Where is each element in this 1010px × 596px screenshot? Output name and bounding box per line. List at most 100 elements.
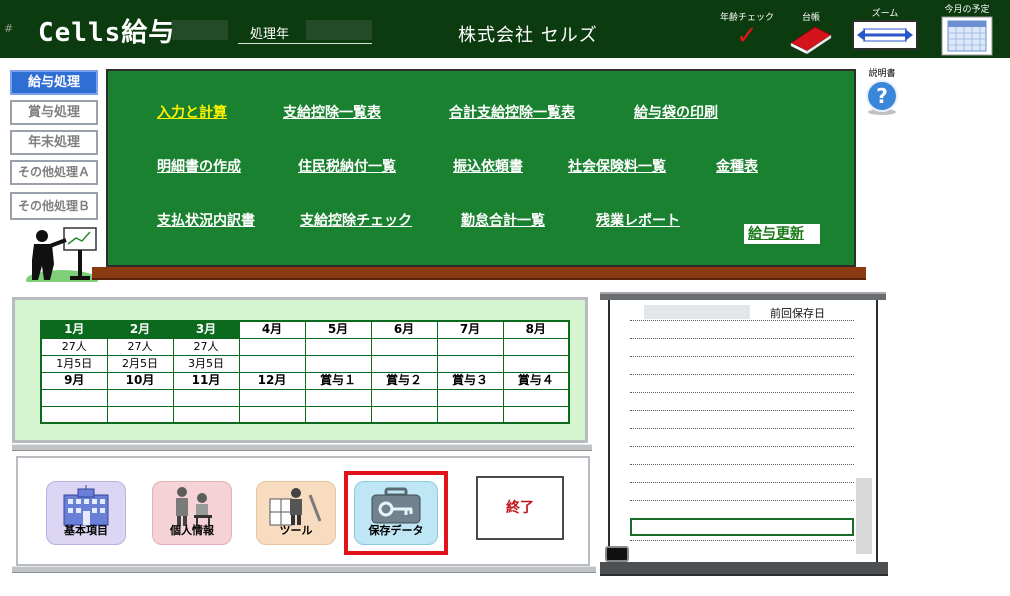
chalkboard-ledge [92,267,866,280]
bonus-cell[interactable]: 賞与４ [502,371,570,390]
monthly-schedule-label: 今月の予定 [944,5,990,15]
history-panel-top-bar [600,292,886,300]
employee-count-cell [370,337,438,356]
month-cell[interactable]: 1月 [40,320,108,339]
month-cell[interactable]: 2月 [106,320,174,339]
monthly-schedule-button[interactable]: 今月の予定 [936,2,998,60]
month-cell[interactable]: 12月 [238,371,306,390]
menu-transfer-request[interactable]: 振込依頼書 [453,156,523,176]
presenter-figure-icon [26,227,98,282]
people-icon [176,487,212,526]
ledger-label: 台帳 [801,13,820,23]
menu-payment-deduction-check[interactable]: 支給控除チェック [300,210,412,230]
month-cell[interactable]: 7月 [436,320,504,339]
month-cell[interactable]: 3月 [172,320,240,339]
empty-cell [106,405,174,424]
empty-cell [436,405,504,424]
manual-label: 説明書 [868,69,896,79]
history-row-line [630,374,854,375]
menu-payment-status-breakdown[interactable]: 支払状況内訳書 [157,210,255,230]
menu-create-payslip[interactable]: 明細書の作成 [157,156,241,176]
month-header-row-top: 1月 2月 3月 4月 5月 6月 7月 8月 [40,320,570,339]
empty-cell [238,388,306,407]
history-row-line [630,500,854,501]
menu-payment-deduction-list[interactable]: 支給控除一覧表 [283,102,381,122]
employee-count-cell [502,337,570,356]
history-row-line [630,540,854,541]
exit-button[interactable]: 終了 [476,476,564,540]
month-cell[interactable]: 4月 [238,320,306,339]
pay-date-row: 1月5日 2月5日 3月5日 [40,354,570,373]
building-icon [63,485,109,526]
basic-items-button[interactable]: 基本項目 [46,481,126,545]
tools-worker-icon [269,488,322,526]
bonus-cell[interactable]: 賞与３ [436,371,504,390]
pay-date-cell [238,354,306,373]
bonus-cell[interactable]: 賞与１ [304,371,372,390]
personal-info-label: 個人情報 [170,524,214,537]
month-cell[interactable]: 5月 [304,320,372,339]
month-calendar-table: 1月 2月 3月 4月 5月 6月 7月 8月 27人 27人 27人 1月5日… [40,320,570,424]
bonus-cell[interactable]: 賞与２ [370,371,438,390]
history-row-line [630,464,854,465]
employee-count-cell [238,337,306,356]
processing-year-value[interactable] [306,20,372,40]
tools-button[interactable]: ツール [256,481,336,545]
menu-social-insurance-list[interactable]: 社会保険料一覧 [568,156,666,176]
empty-cell [172,388,240,407]
last-saved-date-header: 前回保存日 [770,307,825,320]
scroll-knob[interactable] [605,546,629,562]
masked-field [172,20,228,40]
empty-cell [40,388,108,407]
pay-date-cell: 2月5日 [106,354,174,373]
saved-data-button[interactable]: 保存データ [354,481,438,545]
menu-resident-tax-list[interactable]: 住民税納付一覧 [298,156,396,176]
employee-count-cell: 27人 [106,337,174,356]
tab-bonus-processing[interactable]: 賞与処理 [10,100,98,125]
history-row-line [630,392,854,393]
menu-attendance-total-list[interactable]: 勤怠合計一覧 [461,210,545,230]
month-cell[interactable]: 9月 [40,371,108,390]
month-cell[interactable]: 6月 [370,320,438,339]
pay-date-cell [304,354,372,373]
empty-cell [502,405,570,424]
menu-overtime-report[interactable]: 残業レポート [596,210,680,230]
history-row-line [630,428,854,429]
month-cell[interactable]: 11月 [172,371,240,390]
employee-count-cell: 27人 [40,337,108,356]
selected-history-row[interactable] [630,518,854,536]
tab-other-processing-a[interactable]: その他処理Ａ [10,160,98,185]
employee-count-cell [304,337,372,356]
help-question-icon: ? [866,80,898,115]
tab-year-end-processing[interactable]: 年末処理 [10,130,98,155]
empty-row [40,405,570,424]
age-check-button[interactable]: 年齢チェック ✓ [718,10,776,49]
month-cell[interactable]: 8月 [502,320,570,339]
employee-count-cell: 27人 [172,337,240,356]
tools-label: ツール [279,524,313,537]
history-row-line [630,356,854,357]
history-row-line [630,410,854,411]
tab-other-processing-b[interactable]: その他処理Ｂ [10,192,98,220]
month-cell[interactable]: 10月 [106,371,174,390]
employee-count-cell [436,337,504,356]
history-scrollbar[interactable] [856,478,872,554]
zoom-button[interactable]: ズーム [850,6,920,54]
ledger-button[interactable]: 台帳 [788,10,834,58]
company-name: 株式会社 セルズ [458,25,598,46]
pay-date-cell [370,354,438,373]
basic-items-label: 基本項目 [64,524,108,537]
red-ledger-book-icon [790,26,832,55]
menu-input-and-calculation[interactable]: 入力と計算 [157,102,227,122]
zoom-label: ズーム [871,9,899,19]
menu-denomination-table[interactable]: 金種表 [716,156,758,176]
empty-cell [502,388,570,407]
personal-info-button[interactable]: 個人情報 [152,481,232,545]
tab-payroll-processing[interactable]: 給与処理 [10,70,98,95]
manual-button[interactable]: 説明書 ? [862,66,902,117]
calendar-icon [941,16,993,56]
payroll-update-button[interactable]: 給与更新 [744,224,820,244]
menu-print-pay-envelope[interactable]: 給与袋の印刷 [634,102,718,122]
menu-total-payment-deduction-list[interactable]: 合計支給控除一覧表 [449,102,575,122]
pay-date-cell: 1月5日 [40,354,108,373]
